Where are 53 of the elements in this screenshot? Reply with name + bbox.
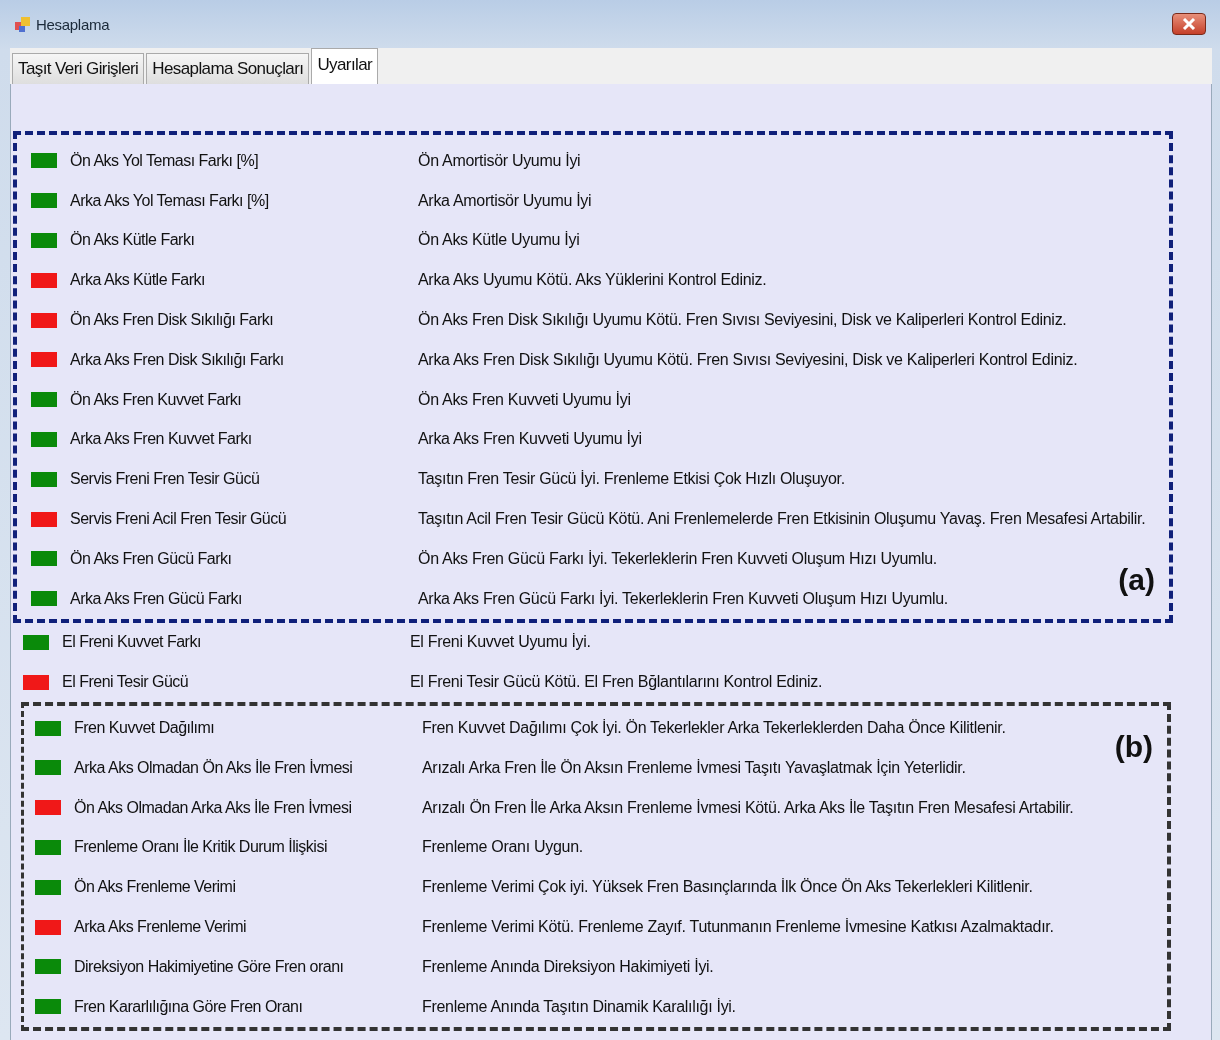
warning-message: Arızalı Arka Fren İle Ön Aksın Frenleme İvmesi Taşıtı Yavaşlatmak İçin Yeterlidir. <box>422 758 966 777</box>
check-label: Fren Kararlılığına Göre Fren Oranı <box>74 997 304 1016</box>
check-label: Ön Aks Olmadan Arka Aks İle Fren İvmesi <box>74 798 353 817</box>
check-label: Ön Aks Yol Teması Farkı [%] <box>70 151 260 170</box>
warning-message: Frenleme Verimi Çok iyi. Yüksek Fren Basınçlarında İlk Önce Ön Aks Tekerlekleri Kilitlenir. <box>422 878 1033 897</box>
check-label: El Freni Tesir Gücü <box>62 673 190 692</box>
check-label: Ön Aks Kütle Farkı <box>70 231 196 250</box>
check-label: Servis Freni Fren Tesir Gücü <box>70 470 261 489</box>
warning-message: Frenleme Anında Direksiyon Hakimiyeti İyi. <box>422 957 714 976</box>
annotation-label: (b) <box>1114 730 1153 765</box>
warning-message: Arka Aks Uyumu Kötü. Aks Yüklerini Kontrol Ediniz. <box>418 271 767 290</box>
check-label: Direksiyon Hakimiyetine Göre Fren oranı <box>74 957 345 976</box>
check-label: Arka Aks Fren Gücü Farkı <box>70 589 244 608</box>
warning-message: Arka Aks Fren Gücü Farkı İyi. Tekerleklerin Fren Kuvveti Oluşum Hızı Uyumlu. <box>418 589 948 608</box>
warning-message: Ön Aks Fren Disk Sıkılığı Uyumu Kötü. Fren Sıvısı Seviyesini, Disk ve Kaliperleri Kontrol Ediniz. <box>418 311 1067 330</box>
warning-message: Taşıtın Fren Tesir Gücü İyi. Frenleme Etkisi Çok Hızlı Oluşuyor. <box>418 470 845 489</box>
warning-message: Fren Kuvvet Dağılımı Çok İyi. Ön Tekerlekler Arka Tekerleklerden Daha Önce Kilitlenir. <box>422 719 1006 738</box>
check-label: Ön Aks Frenleme Verimi <box>74 878 237 897</box>
warning-message: Arka Aks Fren Disk Sıkılığı Uyumu Kötü. Fren Sıvısı Seviyesini, Disk ve Kaliperleri Kontrol Ediniz. <box>418 350 1078 369</box>
check-label: Ön Aks Fren Kuvvet Farkı <box>70 390 243 409</box>
warning-message: Frenleme Anında Taşıtın Dinamik Karalılığı İyi. <box>422 997 736 1016</box>
check-label: El Freni Kuvvet Farkı <box>62 633 202 652</box>
check-label: Ön Aks Fren Disk Sıkılığı Farkı <box>70 311 275 330</box>
warning-message: Ön Aks Fren Gücü Farkı İyi. Tekerleklerin Fren Kuvveti Oluşum Hızı Uyumlu. <box>418 549 937 568</box>
warning-message: Arızalı Ön Fren İle Arka Aksın Frenleme İvmesi Kötü. Arka Aks İle Taşıtın Fren Mesafesi Artabilir. <box>422 798 1074 817</box>
annotation-label: (a) <box>1118 562 1155 597</box>
tab[interactable]: Uyarılar <box>311 48 379 84</box>
warning-message: Frenleme Verimi Kötü. Frenleme Zayıf. Tutunmanın Frenleme İvmesine Katkısı Azalmaktadır. <box>422 918 1054 937</box>
check-label: Arka Aks Fren Disk Sıkılığı Farkı <box>70 350 285 369</box>
warning-message: El Freni Tesir Gücü Kötü. El Fren Bğlantılarını Kontrol Ediniz. <box>410 673 823 692</box>
warning-message: El Freni Kuvvet Uyumu İyi. <box>410 633 591 652</box>
tab[interactable]: Taşıt Veri Girişleri <box>12 53 145 84</box>
check-label: Arka Aks Kütle Farkı <box>70 271 206 290</box>
window-title: Hesaplama <box>36 15 110 33</box>
app-icon <box>14 15 32 33</box>
close-button[interactable] <box>1172 13 1206 35</box>
warning-message: Taşıtın Acil Fren Tesir Gücü Kötü. Ani Frenlemelerde Fren Etkisinin Oluşumu Yavaş. Fren Mesafesi Artabilir. <box>418 510 1146 529</box>
warning-message: Arka Amortisör Uyumu İyi <box>418 191 592 210</box>
warning-message: Frenleme Oranı Uygun. <box>422 838 583 857</box>
check-label: Fren Kuvvet Dağılımı <box>74 719 216 738</box>
check-label: Arka Aks Frenleme Verimi <box>74 918 248 937</box>
check-label: Arka Aks Olmadan Ön Aks İle Fren İvmesi <box>74 758 354 777</box>
check-label: Arka Aks Yol Teması Farkı [%] <box>70 191 270 210</box>
warning-message: Ön Aks Fren Kuvveti Uyumu İyi <box>418 390 631 409</box>
check-label: Arka Aks Fren Kuvvet Farkı <box>70 430 253 449</box>
warning-message: Ön Amortisör Uyumu İyi <box>418 151 581 170</box>
check-label: Ön Aks Fren Gücü Farkı <box>70 549 233 568</box>
warning-message: Ön Aks Kütle Uyumu İyi <box>418 231 580 250</box>
check-label: Servis Freni Acil Fren Tesir Gücü <box>70 510 288 529</box>
warning-message: Arka Aks Fren Kuvveti Uyumu İyi <box>418 430 642 449</box>
tab[interactable]: Hesaplama Sonuçları <box>146 53 310 84</box>
check-label: Frenleme Oranı İle Kritik Durum İlişkisi <box>74 838 328 857</box>
close-icon <box>1182 18 1196 30</box>
